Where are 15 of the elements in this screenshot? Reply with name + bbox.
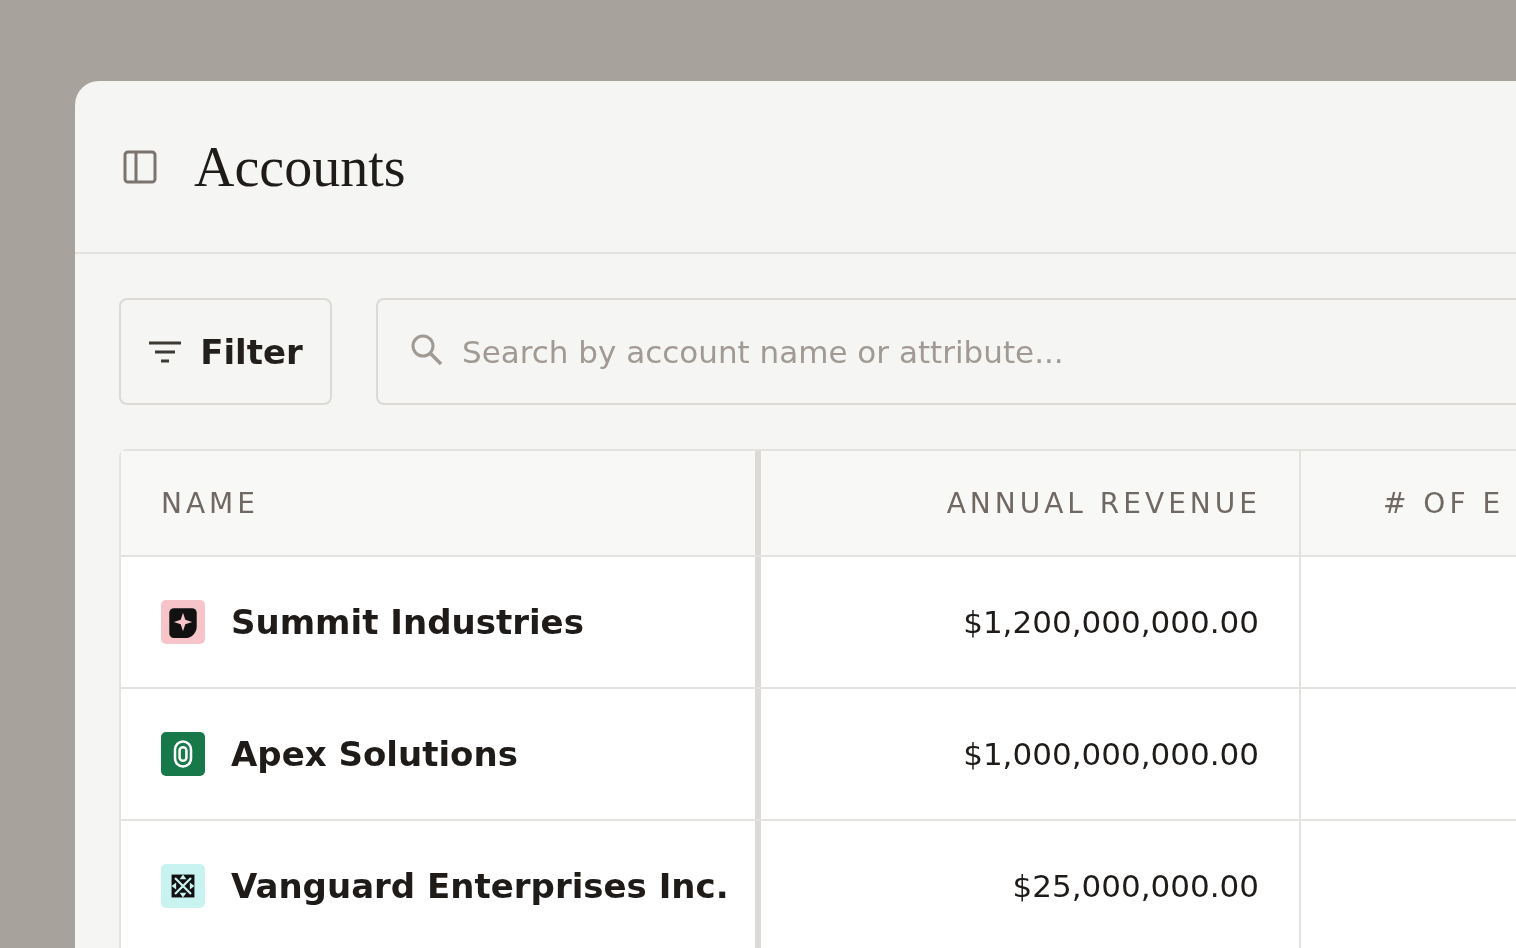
column-header[interactable]: # OF E [1301, 451, 1516, 555]
filter-button[interactable]: Filter [119, 298, 332, 405]
table-cell: $1,200,000,000.00 [761, 557, 1301, 687]
filter-icon [148, 339, 183, 364]
account-name: Vanguard Enterprises Inc. [231, 866, 729, 906]
page-title: Accounts [194, 134, 406, 199]
column-header[interactable]: ANNUAL REVENUE [761, 451, 1301, 555]
column-header[interactable]: NAME [121, 451, 761, 555]
search-field[interactable]: Search by account name or attribute... [376, 298, 1516, 405]
account-name: Apex Solutions [231, 734, 518, 774]
account-name: Summit Industries [231, 602, 584, 642]
table-cell: $25,000,000.00 [761, 821, 1301, 948]
sidebar-toggle-icon[interactable] [122, 148, 158, 185]
table-cell: $1,000,000,000.00 [761, 689, 1301, 819]
search-icon [410, 333, 444, 367]
